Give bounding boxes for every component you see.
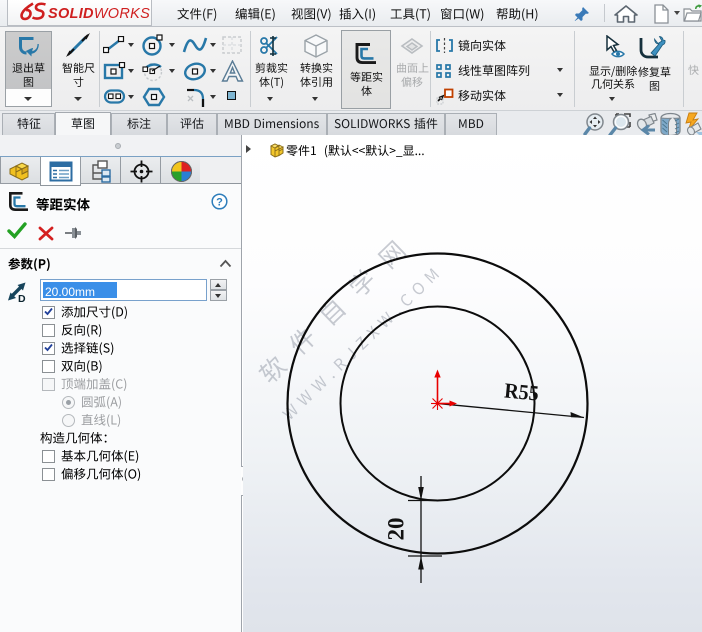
svg-text:?: ? [216, 197, 223, 209]
svg-text:D: D [18, 293, 26, 303]
